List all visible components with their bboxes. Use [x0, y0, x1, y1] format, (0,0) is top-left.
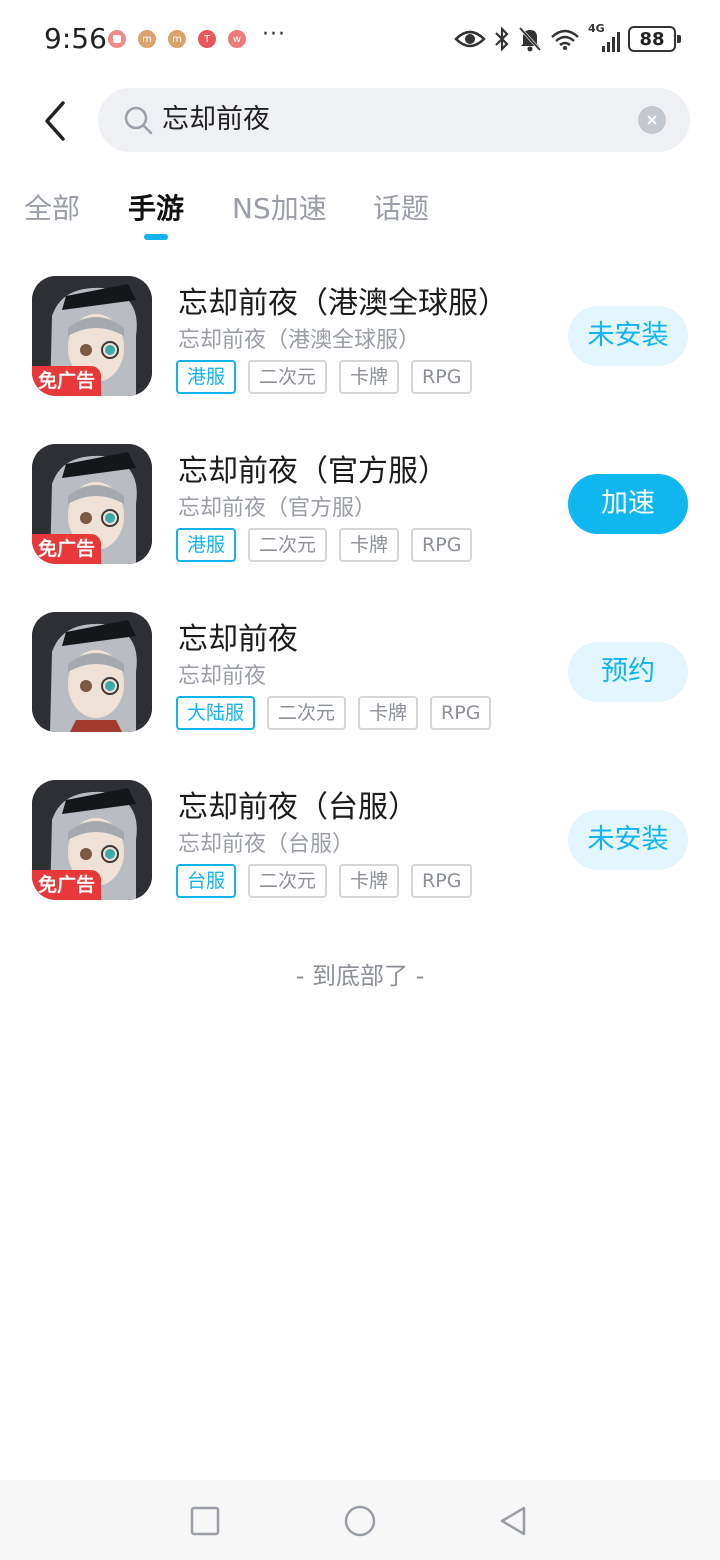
tag-genre: 二次元	[248, 360, 328, 394]
search-bar[interactable]	[98, 88, 690, 152]
network-indicator: 4G	[588, 22, 620, 52]
reserve-button[interactable]: 预约	[568, 642, 688, 702]
app-notification-icon	[108, 30, 126, 48]
search-results-list: 免广告 忘却前夜（港澳全球服） 忘却前夜（港澳全球服） 港服 二次元 卡牌 RP…	[0, 262, 720, 934]
ad-free-badge: 免广告	[32, 366, 102, 396]
tab-ns-acceleration[interactable]: NS加速	[232, 186, 327, 232]
notification-icons: m m T w ···	[108, 22, 286, 48]
tag-genre: RPG	[411, 360, 473, 394]
tag-server: 港服	[176, 360, 237, 394]
game-icon: 免广告	[32, 276, 152, 396]
tag-server: 港服	[176, 528, 237, 562]
status-time: 9:56	[44, 22, 107, 55]
category-tabs: 全部 手游 NS加速 话题	[0, 186, 720, 246]
tag-genre: RPG	[411, 528, 473, 562]
battery-indicator: 88	[628, 26, 681, 52]
tab-mobile-games[interactable]: 手游	[128, 186, 184, 232]
game-subtitle: 忘却前夜（官方服）	[178, 496, 377, 521]
wifi-icon	[551, 29, 579, 50]
mute-bell-icon	[518, 26, 542, 52]
tag-genre: 卡牌	[339, 864, 400, 898]
tag-group: 台服 二次元 卡牌 RPG	[176, 864, 473, 898]
close-icon	[647, 115, 657, 125]
tag-genre: 卡牌	[339, 360, 400, 394]
game-icon: 免广告	[32, 780, 152, 900]
back-button[interactable]	[30, 96, 80, 146]
tag-server: 台服	[176, 864, 237, 898]
tag-group: 港服 二次元 卡牌 RPG	[176, 360, 473, 394]
list-item[interactable]: 免广告 忘却前夜（港澳全球服） 忘却前夜（港澳全球服） 港服 二次元 卡牌 RP…	[0, 262, 720, 430]
recent-apps-icon[interactable]	[188, 1504, 222, 1538]
game-title: 忘却前夜（官方服）	[178, 454, 448, 489]
ad-free-badge: 免广告	[32, 870, 102, 900]
home-icon[interactable]	[343, 1504, 377, 1538]
search-input[interactable]	[162, 88, 602, 152]
battery-level: 88	[639, 28, 665, 50]
accelerate-button[interactable]: 加速	[568, 474, 688, 534]
active-tab-indicator	[144, 234, 168, 240]
game-subtitle: 忘却前夜（台服）	[178, 832, 355, 857]
end-of-list-text: - 到底部了 -	[295, 962, 425, 990]
back-arrow-icon	[45, 101, 65, 141]
tag-genre: 二次元	[267, 696, 347, 730]
tag-server: 大陆服	[176, 696, 256, 730]
clear-search-button[interactable]	[638, 106, 666, 134]
app-notification-icon: T	[198, 30, 216, 48]
tag-genre: RPG	[411, 864, 473, 898]
app-notification-icon: m	[138, 30, 156, 48]
tag-group: 港服 二次元 卡牌 RPG	[176, 528, 473, 562]
status-indicators: 4G 88	[454, 22, 681, 52]
game-icon	[32, 612, 152, 732]
tag-group: 大陆服 二次元 卡牌 RPG	[176, 696, 492, 730]
bluetooth-icon	[495, 26, 509, 52]
back-triangle-icon[interactable]	[496, 1504, 530, 1538]
status-bar: 9:56 m m T w ··· 4G 88	[0, 0, 720, 80]
ad-free-badge: 免广告	[32, 534, 102, 564]
system-nav-bar	[0, 1480, 720, 1560]
network-type: 4G	[588, 22, 605, 35]
weibo-icon: w	[228, 30, 246, 48]
tag-genre: 二次元	[248, 528, 328, 562]
tab-topics[interactable]: 话题	[373, 186, 429, 232]
tag-genre: RPG	[430, 696, 492, 730]
list-item[interactable]: 忘却前夜 忘却前夜 大陆服 二次元 卡牌 RPG 预约	[0, 598, 720, 766]
not-installed-button[interactable]: 未安装	[568, 810, 688, 870]
game-icon: 免广告	[32, 444, 152, 564]
more-notifications-icon: ···	[262, 21, 286, 47]
game-subtitle: 忘却前夜（港澳全球服）	[178, 328, 421, 353]
list-item[interactable]: 免广告 忘却前夜（官方服） 忘却前夜（官方服） 港服 二次元 卡牌 RPG 加速	[0, 430, 720, 598]
list-item[interactable]: 免广告 忘却前夜（台服） 忘却前夜（台服） 台服 二次元 卡牌 RPG 未安装	[0, 766, 720, 934]
app-notification-icon: m	[168, 30, 186, 48]
eye-icon	[454, 30, 486, 48]
game-title: 忘却前夜（港澳全球服）	[178, 286, 508, 321]
not-installed-button[interactable]: 未安装	[568, 306, 688, 366]
game-title: 忘却前夜	[178, 622, 298, 657]
tag-genre: 二次元	[248, 864, 328, 898]
game-subtitle: 忘却前夜	[178, 664, 267, 689]
tab-all[interactable]: 全部	[24, 186, 80, 232]
tag-genre: 卡牌	[358, 696, 419, 730]
game-title: 忘却前夜（台服）	[178, 790, 418, 825]
search-icon	[124, 106, 153, 135]
tag-genre: 卡牌	[339, 528, 400, 562]
